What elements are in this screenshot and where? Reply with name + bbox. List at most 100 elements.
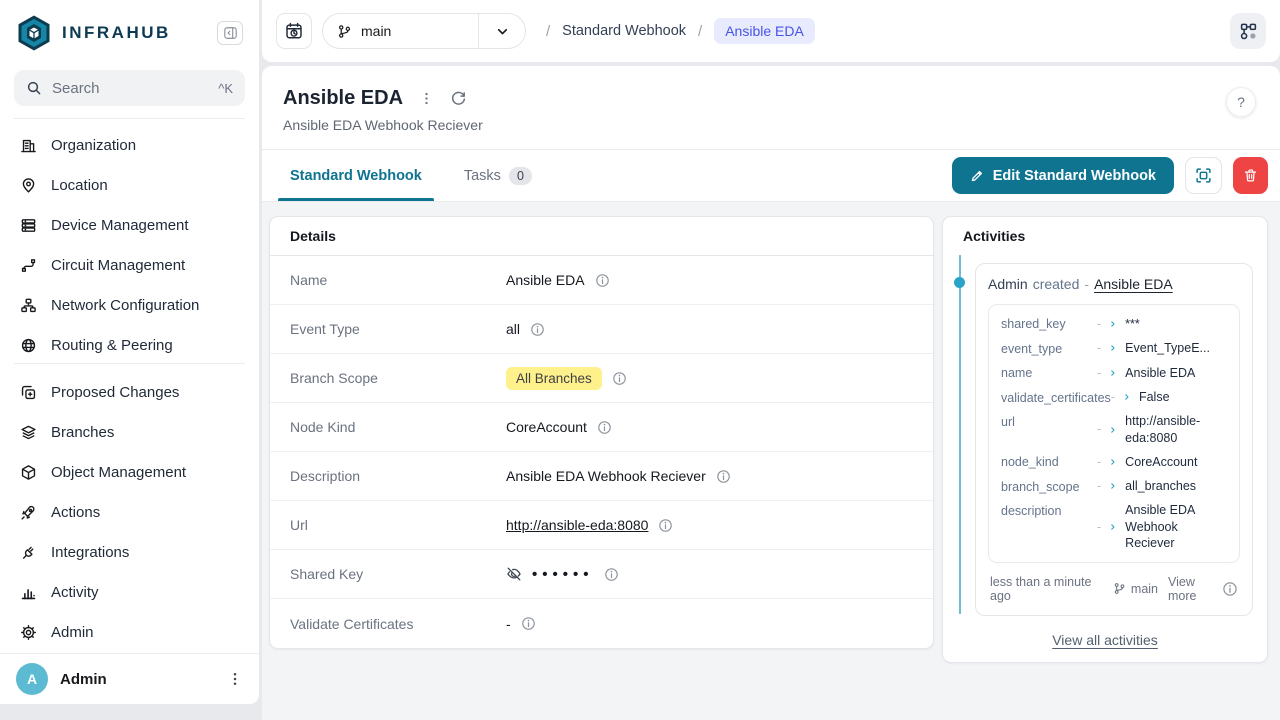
detail-row-validate-certificates: Validate Certificates - [270, 599, 933, 648]
activity-property-row: description - Ansible EDA Webhook Reciev… [1001, 502, 1227, 552]
search-shortcut: ^K [218, 81, 233, 96]
detail-row-name: Name Ansible EDA [270, 256, 933, 305]
info-icon[interactable] [716, 469, 731, 484]
breadcrumb-item-current[interactable]: Ansible EDA [714, 18, 815, 44]
logo-row: INFRAHUB [0, 0, 259, 62]
search-icon [26, 80, 42, 96]
breadcrumb-separator: / [546, 23, 550, 40]
sidebar-item-actions[interactable]: Actions [10, 492, 249, 532]
delete-button[interactable] [1233, 157, 1268, 194]
info-icon[interactable] [530, 322, 545, 337]
activity-properties: shared_key - *** event_type [988, 304, 1240, 563]
manage-groups-button[interactable] [1185, 157, 1222, 194]
edit-webhook-button[interactable]: Edit Standard Webhook [952, 157, 1174, 194]
trash-icon [1243, 168, 1258, 183]
user-menu[interactable]: A Admin [0, 653, 259, 704]
chevron-right-icon [1108, 425, 1118, 435]
chevron-right-icon [1122, 392, 1132, 402]
view-more-link[interactable]: View more [1168, 575, 1212, 603]
activity-timestamp: less than a minute ago [990, 575, 1103, 603]
info-icon[interactable] [597, 420, 612, 435]
chevron-right-icon [1108, 343, 1118, 353]
sidebar-item-network-configuration[interactable]: Network Configuration [10, 285, 249, 325]
activity-property-row: node_kind - CoreAccount [1001, 453, 1227, 471]
sitemap-icon [20, 297, 37, 314]
sidebar-item-organization[interactable]: Organization [10, 125, 249, 165]
view-all-activities-link[interactable]: View all activities [943, 632, 1267, 648]
activity-property-row: branch_scope - all_branches [1001, 478, 1227, 496]
map-pin-icon [20, 177, 37, 194]
chevron-down-icon [479, 24, 525, 39]
details-title: Details [270, 217, 933, 256]
info-icon[interactable] [604, 567, 619, 582]
copy-diff-icon [20, 384, 37, 401]
info-icon[interactable] [1222, 581, 1238, 597]
activities-title: Activities [943, 217, 1267, 255]
activity-property-row: name - Ansible EDA [1001, 364, 1227, 382]
avatar: A [16, 663, 48, 695]
sidebar-item-activity[interactable]: Activity [10, 572, 249, 612]
timeline-line [959, 255, 961, 614]
sidebar-item-object-management[interactable]: Object Management [10, 452, 249, 492]
panels-area: Details Name Ansible EDA Event Type all [262, 202, 1280, 720]
branch-selector[interactable]: main [322, 13, 526, 49]
page-header: Ansible EDA Ansible EDA Webhook Reciever [262, 66, 1280, 149]
search-input[interactable]: Search ^K [14, 70, 245, 106]
plug-icon [20, 544, 37, 561]
app-title: INFRAHUB [62, 23, 207, 43]
breadcrumb-separator: / [698, 23, 702, 40]
globe-icon [20, 337, 37, 354]
sidebar-item-routing-peering[interactable]: Routing & Peering [10, 325, 249, 363]
activity-property-row: event_type - Event_TypeE... [1001, 340, 1227, 358]
cube-icon [20, 464, 37, 481]
sidebar-menu-primary: Organization Location [0, 119, 259, 363]
activity-property-row: validate_certificates - False [1001, 389, 1227, 407]
sidebar-item-location[interactable]: Location [10, 165, 249, 205]
info-icon[interactable] [658, 518, 673, 533]
sidebar-item-admin[interactable]: Admin [10, 612, 249, 652]
detail-row-url: Url http://ansible-eda:8080 [270, 501, 933, 550]
activity-property-row: shared_key - *** [1001, 315, 1227, 333]
timeline-dot [954, 277, 965, 288]
schema-workflow-button[interactable] [1230, 13, 1266, 49]
tab-tasks[interactable]: Tasks 0 [444, 150, 552, 201]
layers-icon [20, 424, 37, 441]
page-subtitle: Ansible EDA Webhook Reciever [283, 117, 483, 133]
activity-entry-footer: less than a minute ago main View more [988, 563, 1240, 605]
masked-shared-key: •••••• [532, 566, 594, 583]
app-window: INFRAHUB Search ^K [0, 0, 1280, 720]
help-button[interactable]: ? [1226, 87, 1256, 117]
time-travel-button[interactable] [276, 13, 312, 49]
details-panel: Details Name Ansible EDA Event Type all [269, 216, 934, 649]
activity-actor: Admin [988, 276, 1028, 292]
topbar: main / Standard Webhook / Ansible EDA [262, 0, 1280, 62]
tab-standard-webhook[interactable]: Standard Webhook [270, 150, 442, 201]
breadcrumb-item-webhook[interactable]: Standard Webhook [562, 23, 686, 39]
chevron-right-icon [1108, 457, 1118, 467]
building-icon [20, 137, 37, 154]
sidebar-item-proposed-changes[interactable]: Proposed Changes [10, 372, 249, 412]
chevron-right-icon [1108, 481, 1118, 491]
gear-icon [20, 624, 37, 641]
activity-object-link[interactable]: Ansible EDA [1094, 276, 1173, 292]
sidebar-menu-secondary: Proposed Changes Branches [0, 364, 259, 652]
sidebar-item-device-management[interactable]: Device Management [10, 205, 249, 245]
chevron-right-icon [1108, 522, 1118, 532]
sidebar-item-circuit-management[interactable]: Circuit Management [10, 245, 249, 285]
sidebar-item-integrations[interactable]: Integrations [10, 532, 249, 572]
detail-row-event-type: Event Type all [270, 305, 933, 354]
refresh-icon[interactable] [450, 90, 467, 107]
eye-off-icon[interactable] [506, 566, 522, 582]
user-options-button[interactable] [227, 671, 243, 687]
sidebar-item-branches[interactable]: Branches [10, 412, 249, 452]
info-icon[interactable] [521, 616, 536, 631]
webhook-url-link[interactable]: http://ansible-eda:8080 [506, 517, 648, 533]
server-icon [20, 217, 37, 234]
info-icon[interactable] [612, 371, 627, 386]
info-icon[interactable] [595, 273, 610, 288]
bar-chart-icon [20, 584, 37, 601]
title-options-button[interactable] [419, 91, 434, 106]
collapse-sidebar-button[interactable] [217, 21, 243, 45]
breadcrumb: / Standard Webhook / Ansible EDA [542, 18, 815, 44]
infrahub-logo-icon [16, 14, 52, 52]
